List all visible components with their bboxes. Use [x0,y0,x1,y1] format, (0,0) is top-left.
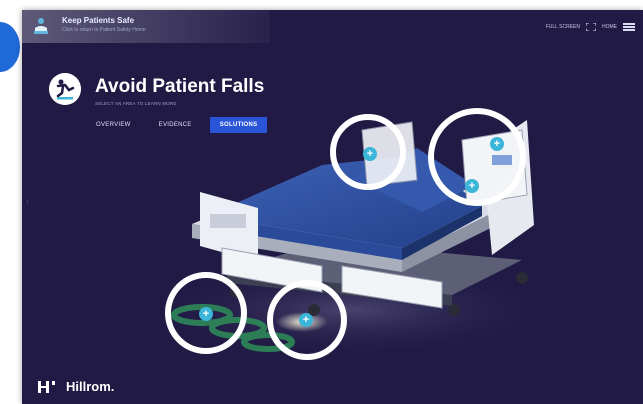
app-subtitle[interactable]: Click to return to Patient Safety Home [62,27,146,33]
tab-evidence[interactable]: EVIDENCE [149,117,202,133]
app-screen: Keep Patients Safe Click to return to Pa… [22,10,643,404]
app-header[interactable]: Keep Patients Safe Click to return to Pa… [22,10,270,43]
plus-icon[interactable]: + [490,137,504,151]
tab-overview[interactable]: OVERVIEW [86,117,141,133]
plus-icon[interactable]: + [299,313,313,327]
header-controls: FULL SCREEN HOME [546,23,635,31]
previous-arrow[interactable]: ‹ [26,196,29,207]
patient-fall-icon [49,73,81,105]
edge-badge [0,22,20,72]
brand-logo: Hillrom. [38,379,114,394]
patient-safety-icon [34,18,48,34]
tab-bar: OVERVIEW EVIDENCE SOLUTIONS [86,117,268,133]
brand-name: Hillrom. [66,379,115,394]
plus-icon[interactable]: + [199,307,213,321]
page-instruction: SELECT AN AREA TO LEARN MORE [95,101,177,106]
tab-solutions[interactable]: SOLUTIONS [209,117,268,133]
fullscreen-label[interactable]: FULL SCREEN [546,24,580,30]
page-title: Avoid Patient Falls [95,76,265,97]
app-title[interactable]: Keep Patients Safe [62,16,134,25]
plus-icon[interactable]: + [465,179,479,193]
home-label[interactable]: HOME [602,24,617,30]
hillrom-logo-icon [38,380,55,393]
menu-icon[interactable] [623,23,635,31]
fullscreen-icon[interactable] [586,23,596,31]
plus-icon[interactable]: + [363,147,377,161]
hotspot-ring-headboard[interactable] [428,108,526,206]
